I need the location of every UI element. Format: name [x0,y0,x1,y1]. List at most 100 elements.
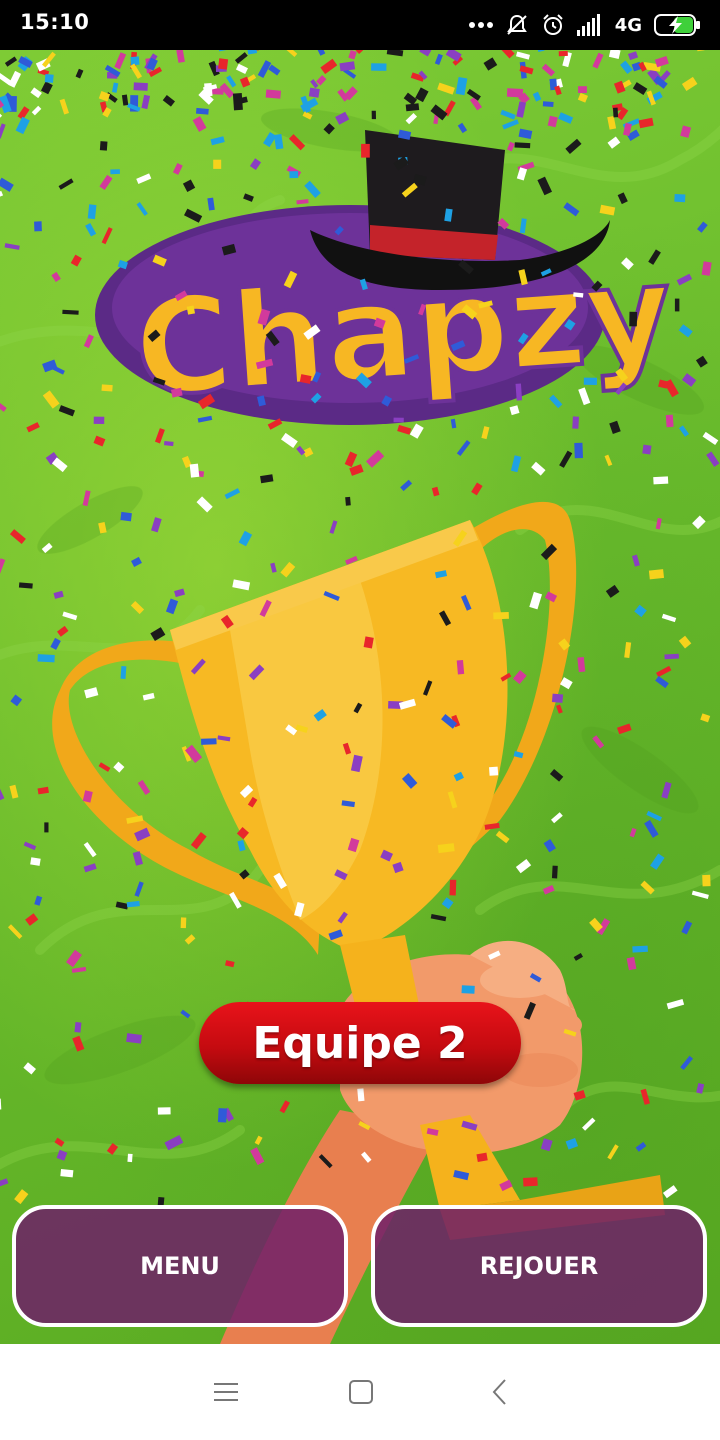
confetti-piece [131,556,142,567]
confetti-piece [53,590,64,599]
confetti-piece [42,390,60,409]
confetti-piece [632,82,648,95]
confetti-piece [540,1138,553,1152]
confetti-piece [461,985,475,994]
confetti-piece [172,163,183,175]
confetti-piece [502,119,519,130]
confetti-piece [541,63,556,77]
confetti-piece [130,600,145,615]
confetti-piece [44,73,54,83]
confetti-piece [450,418,457,429]
confetti-piece [249,158,262,171]
confetti-piece [415,87,429,103]
confetti-piece [329,520,338,534]
confetti-piece [195,107,209,115]
confetti-piece [605,584,620,598]
confetti-piece [296,199,309,205]
notifications-off-icon [506,14,527,35]
confetti-piece [542,101,554,107]
confetti-piece [130,56,140,66]
confetti-piece [680,1055,693,1071]
confetti-piece [184,208,203,223]
confetti-piece [626,956,637,971]
confetti-piece [232,579,251,591]
confetti-piece [409,423,424,439]
confetti-piece [189,463,200,478]
confetti-piece [320,58,338,75]
winner-label: Equipe 2 [252,1017,468,1069]
confetti-piece [366,449,385,468]
confetti-piece [680,125,692,138]
confetti-piece [483,57,498,71]
confetti-piece [10,694,23,707]
victory-screen: Chapzy Equipe 2 MENU REJOUER [0,50,720,1344]
confetti-piece [666,999,685,1010]
confetti-piece [489,766,499,776]
confetti-piece [213,159,222,169]
confetti-piece [23,841,37,851]
confetti-piece [563,202,580,217]
back-chevron-icon[interactable] [480,1374,520,1410]
confetti-piece [280,561,296,578]
confetti-piece [98,762,111,772]
confetti-piece [184,934,196,945]
confetti-piece [495,830,510,844]
confetti-piece [120,666,127,680]
confetti-piece [186,305,195,315]
confetti-piece [308,87,320,98]
confetti-piece [164,1135,184,1151]
confetti-piece [617,192,628,205]
confetti-piece [111,82,119,93]
confetti-piece [314,50,326,56]
confetti-piece [681,76,698,91]
confetti-piece [400,479,413,492]
confetti-piece [121,94,129,106]
confetti-piece [702,874,711,887]
confetti-piece [51,271,61,283]
confetti-piece [192,116,207,132]
confetti-piece [176,50,185,63]
confetti-piece [543,839,556,853]
confetti-piece [509,405,520,416]
confetti-piece [481,426,490,440]
home-square-icon[interactable] [341,1374,381,1410]
confetti-piece [676,273,693,286]
confetti-piece [577,92,589,103]
confetti-piece [66,949,83,968]
confetti-piece [101,227,113,245]
confetti-piece [225,960,235,968]
confetti-piece [371,110,376,120]
replay-button[interactable]: REJOUER [371,1205,707,1327]
confetti-piece [674,193,686,203]
menu-lines-icon[interactable] [206,1374,246,1410]
confetti-piece [493,612,509,620]
confetti-piece [265,89,281,99]
confetti-piece [316,75,327,86]
confetti-piece [551,693,564,703]
confetti-piece [34,221,42,232]
menu-button[interactable]: MENU [12,1205,348,1327]
confetti-piece [558,50,568,57]
confetti-piece [110,169,120,175]
confetti-piece [224,488,241,500]
confetti-piece [0,398,7,412]
confetti-piece [499,50,515,59]
confetti-piece [0,558,6,575]
confetti-piece [37,786,49,795]
confetti-piece [393,417,404,423]
confetti-piece [40,81,53,95]
confetti-piece [661,613,677,623]
confetti-piece [268,64,281,76]
confetti-piece [642,444,652,455]
confetti-piece [83,863,97,873]
confetti-piece [635,1141,647,1152]
navigation-bar [0,1344,720,1440]
confetti-piece [238,530,253,547]
confetti-piece [696,1083,705,1094]
confetti-piece [631,554,640,567]
confetti-piece [234,52,248,64]
confetti-piece [8,70,22,88]
confetti-piece [232,93,243,111]
confetti-piece [510,455,522,473]
confetti-piece [0,1098,2,1110]
